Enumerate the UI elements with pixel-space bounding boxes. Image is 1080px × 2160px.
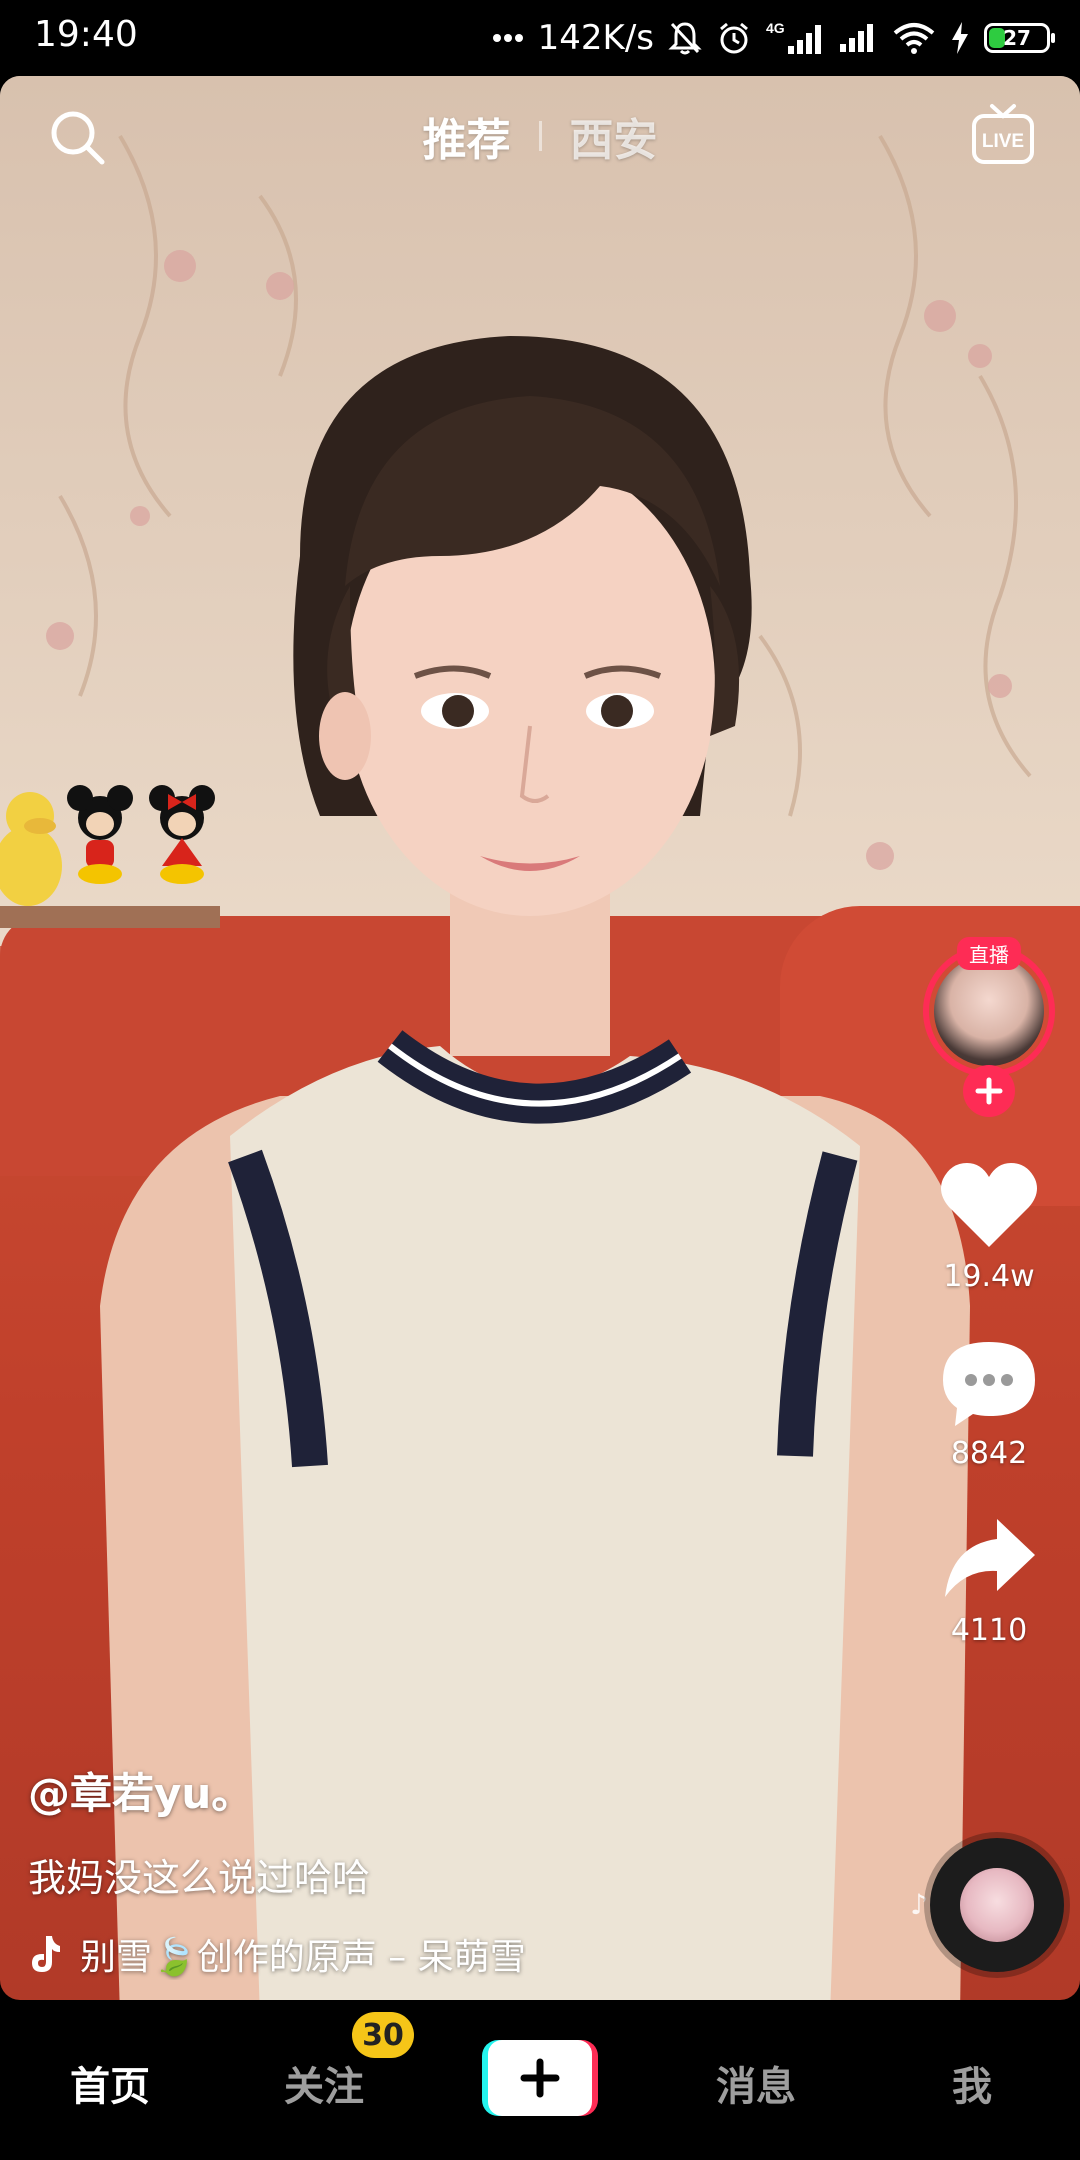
share-button[interactable]: 4110	[914, 1513, 1064, 1648]
more-dots-icon	[492, 33, 524, 43]
signal-4g-icon: 4G	[766, 20, 824, 56]
live-tv-icon[interactable]: LIVE	[970, 102, 1036, 168]
nav-me[interactable]: 我	[952, 2054, 992, 2112]
follow-button[interactable]	[963, 1065, 1015, 1117]
network-type-label: 4G	[766, 20, 785, 36]
nav-messages[interactable]: 消息	[716, 2054, 796, 2112]
like-button[interactable]: 19.4w	[914, 1159, 1064, 1294]
author-name[interactable]: @章若yu。	[28, 1760, 888, 1821]
mute-bell-icon	[668, 20, 702, 56]
tiktok-note-icon	[32, 1936, 60, 1972]
creator-avatar[interactable]: 直播	[923, 937, 1055, 1117]
music-disc[interactable]	[930, 1838, 1064, 1972]
battery-icon: 27	[984, 23, 1055, 53]
following-badge: 30	[352, 2012, 414, 2058]
create-button[interactable]	[482, 2040, 598, 2116]
tab-recommend[interactable]: 推荐	[423, 104, 511, 168]
net-speed: 142K/s	[537, 18, 654, 58]
top-bar: 推荐 西安 LIVE	[0, 100, 1080, 170]
alarm-icon	[716, 20, 752, 56]
like-count: 19.4w	[943, 1259, 1035, 1294]
signal-icon	[838, 22, 878, 54]
app-screen: 19:40 142K/s 4G 27 推荐 西安 LIVE 直播 19.4w 8…	[0, 0, 1080, 2160]
person-figure	[100, 336, 970, 2000]
music-info[interactable]: 别雪🍃创作的原声 – 呆萌雪	[28, 1928, 888, 1980]
create-button-face	[488, 2040, 592, 2116]
action-rail: 直播 19.4w 8842 4110	[914, 937, 1064, 1648]
plus-icon	[975, 1077, 1003, 1105]
status-bar: 19:40 142K/s 4G 27	[0, 0, 1080, 76]
nav-following[interactable]: 关注	[284, 2054, 364, 2112]
tab-local-city[interactable]: 西安	[570, 104, 658, 168]
charging-icon	[950, 21, 970, 55]
feed-tabs: 推荐 西安	[0, 104, 1080, 168]
comment-icon	[943, 1342, 1035, 1426]
disc-cover	[960, 1868, 1034, 1942]
live-icon-label: LIVE	[982, 131, 1024, 152]
avatar	[934, 956, 1044, 1066]
share-count: 4110	[950, 1613, 1028, 1648]
bottom-nav: 首页 关注 30 消息 我	[0, 2000, 1080, 2160]
video-description: 我妈没这么说过哈哈	[28, 1856, 371, 1900]
floating-note-icon: ♪	[910, 1888, 928, 1921]
status-time: 19:40	[34, 14, 138, 55]
status-icons: 142K/s 4G 27	[492, 10, 1055, 66]
comment-button[interactable]: 8842	[914, 1336, 1064, 1471]
share-arrow-icon	[945, 1519, 1035, 1597]
nav-home[interactable]: 首页	[70, 2054, 150, 2112]
comment-count: 8842	[950, 1436, 1028, 1471]
music-title: 别雪🍃创作的原声 – 呆萌雪	[80, 1937, 526, 1978]
plus-icon	[520, 2058, 560, 2098]
battery-percent: 27	[1003, 26, 1031, 50]
tab-divider	[538, 121, 542, 151]
video-caption: @章若yu。 我妈没这么说过哈哈 别雪🍃创作的原声 – 呆萌雪	[28, 1760, 888, 1980]
live-badge: 直播	[957, 937, 1021, 970]
wifi-icon	[892, 21, 936, 55]
heart-icon	[941, 1163, 1037, 1247]
